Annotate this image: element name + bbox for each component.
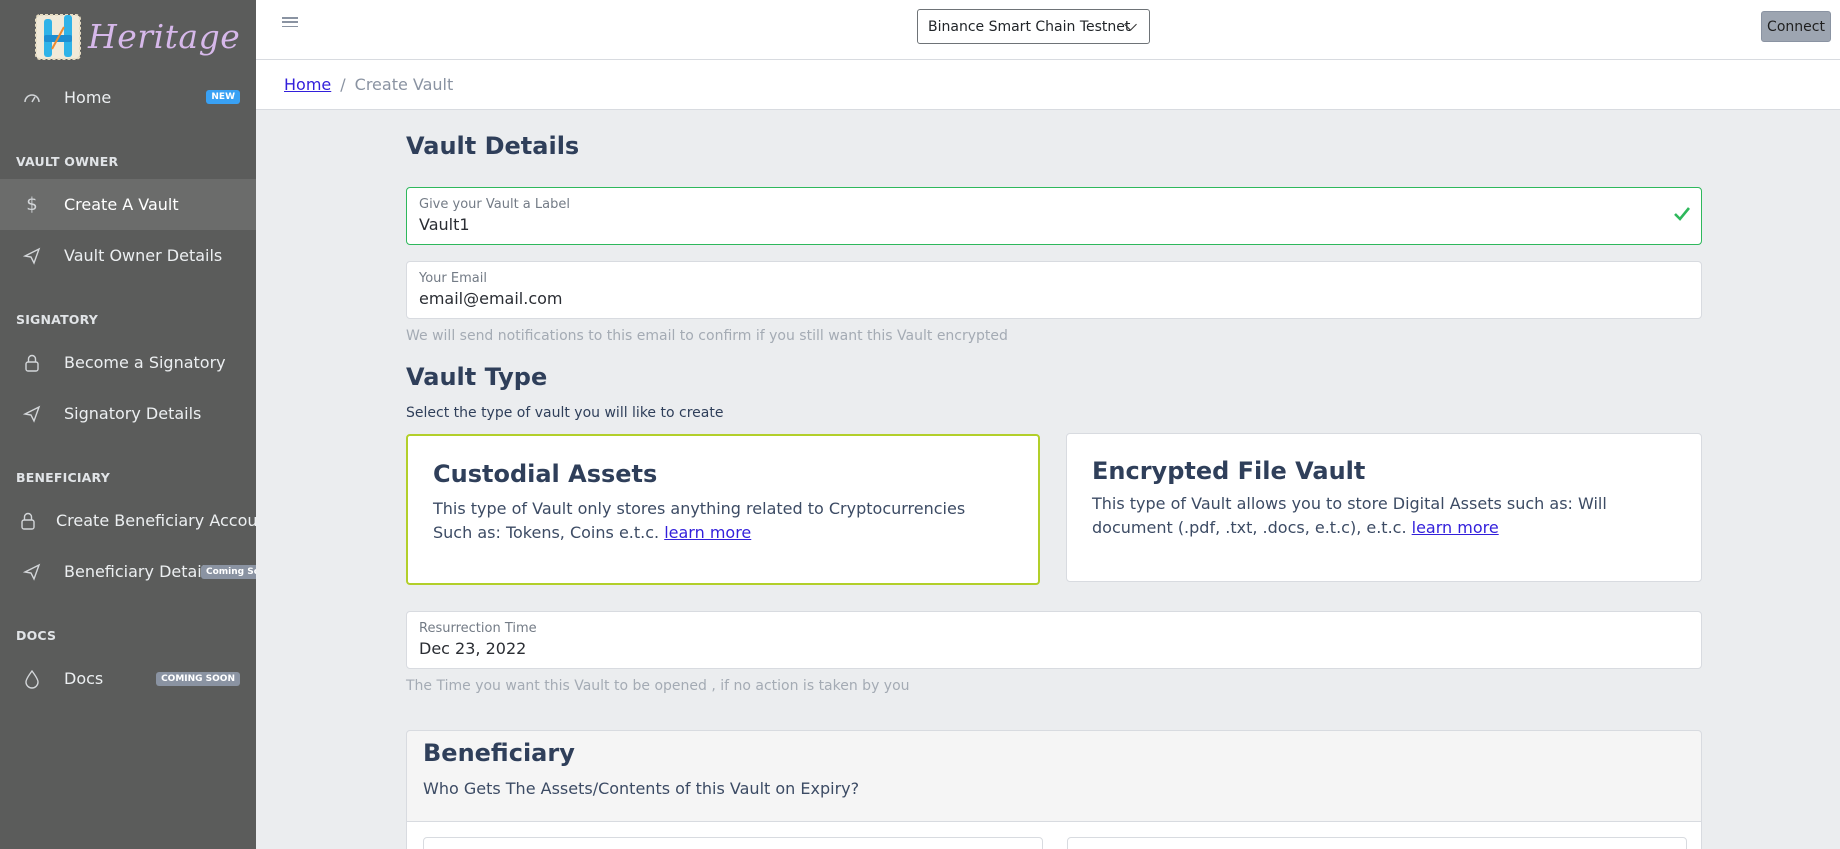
coming-soon-badge: COMING SOON <box>156 672 240 686</box>
new-badge: NEW <box>206 90 240 104</box>
email-field-value: email@email.com <box>419 289 563 308</box>
connect-button[interactable]: Connect <box>1761 11 1831 42</box>
breadcrumb-separator: / <box>340 75 346 94</box>
section-title-signatory: SIGNATORY <box>16 312 99 327</box>
network-select-value: Binance Smart Chain Testnet <box>928 18 1131 35</box>
paper-plane-icon <box>20 244 44 268</box>
sidebar-item-label: Become a Signatory <box>64 353 226 372</box>
sidebar-item-docs[interactable]: Docs COMING SOON <box>0 653 256 704</box>
dollar-icon: $ <box>26 194 38 215</box>
top-header: Binance Smart Chain Testnet Connect <box>256 0 1840 60</box>
breadcrumb-current: Create Vault <box>354 75 454 94</box>
resurrection-time-field[interactable]: Resurrection Time Dec 23, 2022 <box>406 611 1702 669</box>
lock-icon <box>20 509 36 533</box>
encrypted-file-vault-card[interactable]: Encrypted File Vault This type of Vault … <box>1066 433 1702 582</box>
vault-type-description: Select the type of vault you will like t… <box>406 405 724 421</box>
sidebar-item-home[interactable]: Home NEW <box>0 72 256 123</box>
coming-soon-badge: Coming Soon <box>201 565 256 579</box>
card-text: This type of Vault allows you to store D… <box>1092 494 1607 537</box>
beneficiary-body <box>407 822 1701 849</box>
card-title: Encrypted File Vault <box>1092 457 1366 485</box>
vault-label-field[interactable]: Give your Vault a Label Vault1 <box>406 187 1702 245</box>
drop-icon <box>20 667 44 691</box>
sidebar-item-create-vault[interactable]: $ Create A Vault <box>0 179 256 230</box>
sidebar-item-beneficiary-details[interactable]: Beneficiary Details Coming Soon <box>0 546 256 597</box>
breadcrumb: Home / Create Vault <box>256 60 1840 110</box>
beneficiary-panel: Beneficiary Who Gets The Assets/Contents… <box>406 730 1702 849</box>
speedometer-icon <box>20 86 44 110</box>
learn-more-link[interactable]: learn more <box>1412 518 1499 537</box>
heritage-logo-icon <box>32 9 86 63</box>
paper-plane-icon <box>20 402 44 426</box>
email-help-text: We will send notifications to this email… <box>406 328 1008 344</box>
sidebar: Heritage Home NEW VAULT OWNER $ Create A… <box>0 0 256 849</box>
vault-details-title: Vault Details <box>406 132 580 160</box>
resurrection-time-label: Resurrection Time <box>419 621 537 636</box>
lock-icon <box>20 351 44 375</box>
app-name: Heritage <box>88 16 241 56</box>
section-title-vault-owner: VAULT OWNER <box>16 154 119 169</box>
card-title: Custodial Assets <box>433 460 658 488</box>
sidebar-item-become-signatory[interactable]: Become a Signatory <box>0 337 256 388</box>
sidebar-item-label: Signatory Details <box>64 404 202 423</box>
email-field-label: Your Email <box>419 271 487 286</box>
sidebar-item-label: Docs <box>64 669 104 688</box>
check-icon <box>1673 204 1691 224</box>
hamburger-menu-icon[interactable] <box>282 15 298 29</box>
email-field[interactable]: Your Email email@email.com <box>406 261 1702 319</box>
sidebar-item-label: Create Beneficiary Account <box>56 511 256 530</box>
sidebar-item-label: Home <box>64 88 112 107</box>
breadcrumb-home-link[interactable]: Home <box>284 75 331 94</box>
sidebar-item-create-beneficiary[interactable]: Create Beneficiary Account <box>0 495 256 546</box>
sidebar-item-signatory-details[interactable]: Signatory Details <box>0 388 256 439</box>
beneficiary-subtitle: Who Gets The Assets/Contents of this Vau… <box>423 779 860 798</box>
brand[interactable]: Heritage <box>0 0 256 72</box>
sidebar-item-label: Vault Owner Details <box>64 246 223 265</box>
vault-type-title: Vault Type <box>406 363 548 391</box>
beneficiary-title: Beneficiary <box>423 739 575 767</box>
custodial-assets-card[interactable]: Custodial Assets This type of Vault only… <box>406 434 1040 585</box>
sidebar-item-label: Create A Vault <box>64 195 179 214</box>
vault-label-field-label: Give your Vault a Label <box>419 197 570 212</box>
resurrection-time-value: Dec 23, 2022 <box>419 639 527 658</box>
sidebar-item-vault-owner-details[interactable]: Vault Owner Details <box>0 230 256 281</box>
learn-more-link[interactable]: learn more <box>664 523 751 542</box>
resurrection-help-text: The Time you want this Vault to be opene… <box>406 678 910 694</box>
paper-plane-icon <box>20 560 44 584</box>
vault-label-field-value: Vault1 <box>419 215 470 234</box>
section-title-docs: DOCS <box>16 628 57 643</box>
beneficiary-input[interactable] <box>423 837 1043 849</box>
beneficiary-input[interactable] <box>1067 837 1687 849</box>
section-title-beneficiary: BENEFICIARY <box>16 470 110 485</box>
network-select[interactable]: Binance Smart Chain Testnet <box>917 9 1150 44</box>
sidebar-item-label: Beneficiary Details <box>64 562 215 581</box>
card-text: This type of Vault only stores anything … <box>433 499 966 542</box>
